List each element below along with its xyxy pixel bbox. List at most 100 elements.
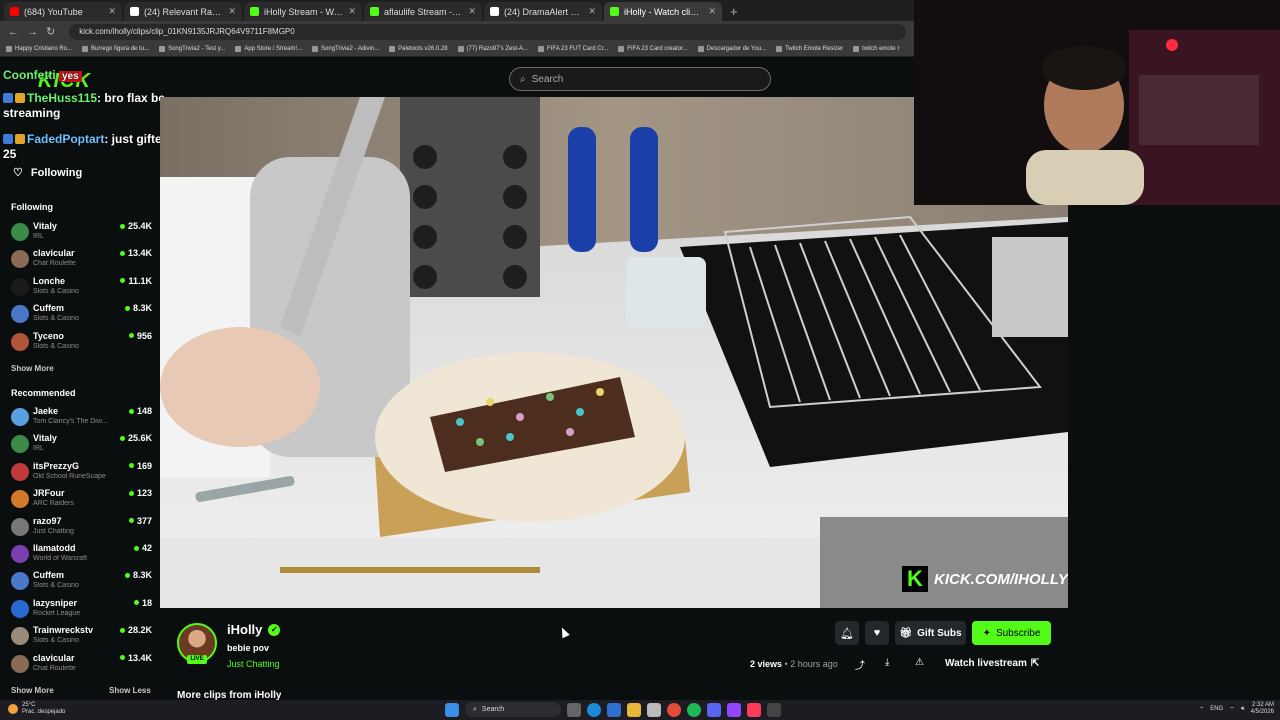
channel-avatar — [11, 223, 29, 241]
wifi-icon[interactable]: ⌔ — [1229, 705, 1235, 713]
sidebar-channel[interactable]: Cuffem Slots & Casino 8.3K — [11, 302, 152, 328]
sidebar-channel[interactable]: Jaeke Tom Clancy's The Divi... 148 — [11, 405, 152, 431]
channel-avatar — [11, 490, 29, 509]
browser-tab-bar: (684) YouTube ✕ (24) Relevant Rabes on X:… — [0, 0, 914, 21]
url-field[interactable]: kick.com/iholly/clips/clip_01KN9135JRJRQ… — [69, 23, 906, 40]
search-input[interactable]: ⌕ Search — [509, 67, 771, 91]
report-icon[interactable]: ⚠ — [915, 657, 924, 668]
bookmark-item[interactable]: twitch emote r — [853, 46, 899, 52]
sidebar-channel[interactable]: llamatodd World of Warcraft 42 — [11, 542, 152, 568]
tab-label: iHolly - Watch clips on Kick — [624, 6, 703, 17]
sidebar-channel[interactable]: Vitaly IRL 25.4K — [11, 220, 152, 246]
reload-icon[interactable]: ↻ — [46, 25, 55, 38]
subscribe-button[interactable]: ✦ Subscribe — [972, 621, 1051, 645]
nav-following[interactable]: ♡ Following — [13, 166, 82, 180]
tab-label: (24) Relevant Rabes on X: "Cat — [144, 6, 223, 17]
close-icon[interactable]: ✕ — [708, 6, 716, 17]
bookmark-item[interactable]: Twitch Emote Resizer — [776, 46, 843, 52]
bookmark-item[interactable]: Descargador de You... — [697, 46, 766, 52]
streamer-name[interactable]: iHolly ✓ — [227, 622, 281, 637]
channel-category: Tom Clancy's The Divi... — [33, 418, 108, 425]
close-icon[interactable]: ✕ — [228, 6, 236, 17]
file-explorer-icon[interactable] — [627, 702, 641, 717]
bookmark-item[interactable]: App Store / Stream!... — [235, 46, 302, 52]
search-icon: ⌕ — [473, 705, 477, 713]
following-show-more[interactable]: Show More — [11, 364, 54, 373]
channel-avatar — [11, 517, 29, 536]
sidebar-channel[interactable]: lazysniper Rocket League 18 — [11, 597, 152, 623]
bookmark-item[interactable]: SongTrivia2 - Adivin... — [312, 46, 379, 52]
sidebar-channel[interactable]: JRFour ARC Raiders 123 — [11, 487, 152, 513]
star-icon: ✦ — [982, 627, 991, 639]
chevron-up-icon[interactable]: ⌃ — [1199, 706, 1204, 713]
sidebar-channel[interactable]: Tyceno Slots & Casino 956 — [11, 330, 152, 356]
edge-icon[interactable] — [587, 702, 601, 717]
store-icon[interactable] — [647, 702, 661, 717]
channel-category: ARC Raiders — [33, 500, 74, 508]
music-icon[interactable] — [747, 702, 761, 717]
browser-tab[interactable]: (24) Relevant Rabes on X: "Cat ✕ — [124, 2, 242, 21]
notification-button[interactable]: 🔔︎ — [835, 621, 859, 645]
close-icon[interactable]: ✕ — [348, 6, 356, 17]
bookmark-item[interactable]: Burrego figura de tu... — [82, 46, 149, 52]
sidebar-channel[interactable]: clavicular Chat Roulette 13.4K — [11, 247, 152, 273]
close-icon[interactable]: ✕ — [588, 6, 596, 17]
recommended-show-more[interactable]: Show More — [11, 686, 54, 695]
sidebar-channel[interactable]: razo97 Just Chatting 377 — [11, 515, 152, 541]
follow-button[interactable]: ♥ — [865, 621, 889, 645]
mail-icon[interactable] — [607, 702, 621, 717]
live-dot-icon — [128, 463, 134, 469]
gift-subs-button[interactable]: 🎁︎ Gift Subs — [895, 621, 966, 645]
weather-widget[interactable]: 25°C Prac. despejado — [8, 702, 65, 716]
volume-icon[interactable]: 🔊︎ — [1241, 706, 1245, 713]
channel-avatar — [11, 572, 29, 591]
bookmark-item[interactable]: FIFA 23 FUT Card Cr... — [538, 46, 608, 52]
chrome-icon[interactable] — [667, 702, 681, 717]
bookmark-item[interactable]: Paletools v26.0.28 — [389, 46, 448, 52]
language-indicator[interactable]: ENG — [1210, 706, 1223, 712]
channel-category: IRL — [33, 233, 44, 240]
channel-category: Chat Roulette — [33, 664, 76, 672]
bookmark-item[interactable]: FIFA 23 Card creator... — [618, 46, 688, 52]
sidebar-channel[interactable]: itsPrezzyG Old School RuneScape 169 — [11, 460, 152, 486]
clock[interactable]: 2:32 AM 4/5/2026 — [1251, 702, 1274, 716]
watch-livestream-link[interactable]: Watch livestream ⇱ — [945, 658, 1039, 669]
browser-tab-active[interactable]: iHolly - Watch clips on Kick ✕ — [604, 2, 722, 21]
sidebar-channel[interactable]: Lonche Slots & Casino 11.1K — [11, 275, 152, 301]
download-icon[interactable]: ⤓ — [885, 657, 889, 668]
taskbar-search[interactable]: ⌕ Search — [465, 702, 561, 717]
browser-tab[interactable]: (684) YouTube ✕ — [4, 2, 122, 21]
bookmark-favicon-icon — [457, 46, 464, 52]
browser-tab[interactable]: aflaulife Stream - Watch Live on ✕ — [364, 2, 482, 21]
obs-icon[interactable] — [767, 702, 781, 717]
sidebar-channel[interactable]: Cuffem Slots & Casino 8.3K — [11, 569, 152, 595]
windows-start-icon[interactable] — [445, 702, 459, 717]
forward-arrow-icon[interactable]: → — [27, 26, 38, 38]
browser-tab[interactable]: iHolly Stream - Watch Live on K ✕ — [244, 2, 362, 21]
bookmark-item[interactable]: SongTrivia2 - Test y... — [159, 46, 225, 52]
sidebar-channel[interactable]: clavicular Chat Roulette 13.4K — [11, 652, 152, 678]
task-view-icon[interactable] — [567, 702, 581, 717]
browser-tab[interactable]: (24) DramaAlert on X: "BRUTAL ✕ — [484, 2, 602, 21]
subscriber-badge-icon — [3, 93, 13, 103]
close-icon[interactable]: ✕ — [108, 6, 116, 17]
bookmark-item[interactable]: Happy Cristiano Ro... — [6, 46, 72, 52]
sidebar-channel[interactable]: Vitaly IRL 25.6K — [11, 432, 152, 458]
recommended-show-less[interactable]: Show Less — [109, 686, 151, 695]
bookmark-item[interactable]: (77) Razo97's Zest-A... — [457, 46, 528, 52]
close-icon[interactable]: ✕ — [468, 6, 476, 17]
channel-name: itsPrezzyG — [33, 460, 80, 471]
back-arrow-icon[interactable]: ← — [8, 26, 19, 38]
channel-category: Old School RuneScape — [33, 472, 106, 480]
new-tab-button[interactable]: + — [724, 2, 744, 21]
chat-username: TheHuss115 — [27, 91, 98, 105]
sidebar-channel[interactable]: Trainwreckstv Slots & Casino 28.2K — [11, 624, 152, 650]
discord-icon[interactable] — [707, 702, 721, 717]
spotify-icon[interactable] — [687, 702, 701, 717]
twitch-icon[interactable] — [727, 702, 741, 717]
channel-avatar — [11, 599, 29, 618]
category-link[interactable]: Just Chatting — [227, 659, 280, 669]
bookmark-favicon-icon — [538, 46, 545, 52]
share-icon[interactable]: ⤴ — [855, 657, 865, 672]
chat-username: Coonfetti — [3, 68, 56, 82]
